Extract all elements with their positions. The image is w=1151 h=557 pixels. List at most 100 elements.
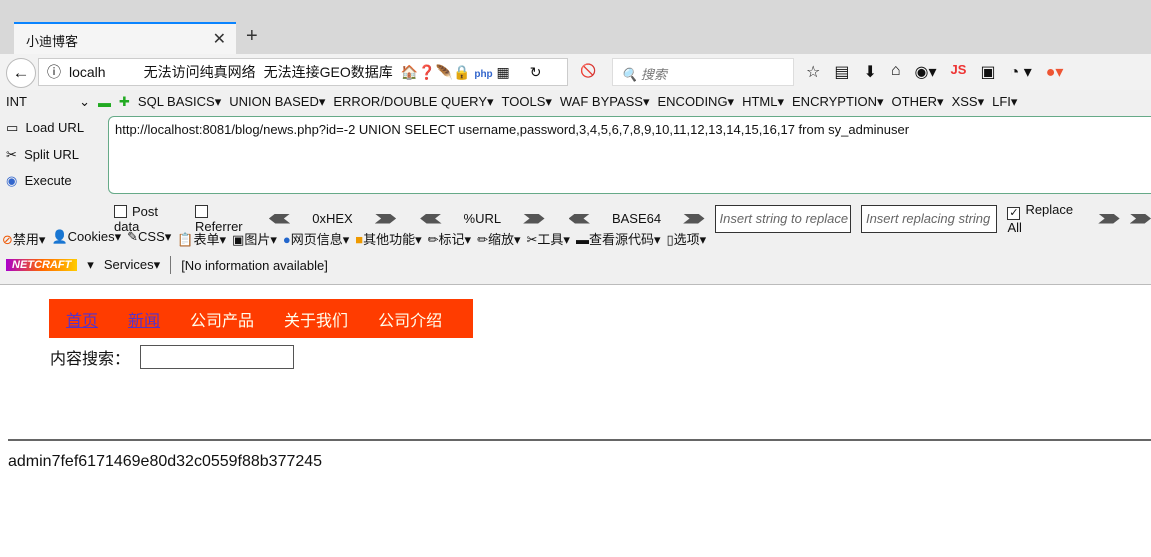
menu-xss[interactable]: XSS▾ — [952, 94, 985, 110]
base64-label: BASE64 — [611, 211, 662, 226]
menu-waf-bypass[interactable]: WAF BYPASS▾ — [560, 94, 650, 110]
wd-disable[interactable]: ⊘禁用▾ — [2, 229, 45, 248]
info-icon[interactable]: ⓘ — [47, 62, 61, 82]
type-select[interactable]: INT ⌄ — [6, 94, 90, 110]
close-icon[interactable]: ✕ — [213, 29, 226, 49]
wd-info[interactable]: ●网页信息▾ — [283, 229, 349, 248]
menu-other[interactable]: OTHER▾ — [892, 94, 944, 110]
insert-string-input[interactable]: Insert string to replace — [714, 204, 851, 233]
url-encode-label: %URL — [463, 211, 502, 226]
wd-source[interactable]: ▬查看源代码▾ — [576, 229, 661, 248]
execute-button[interactable]: ◉ Execute — [6, 173, 72, 189]
nav-news[interactable]: 新闻 — [128, 307, 160, 331]
menu-error-double-query[interactable]: ERROR/DOUBLE QUERY▾ — [333, 94, 493, 110]
replacing-string-input[interactable]: Insert replacing string — [860, 204, 998, 233]
wd-css-label: CSS▾ — [138, 229, 172, 244]
url-textarea[interactable]: http://localhost:8081/blog/news.php?id=-… — [108, 116, 1151, 194]
nav-home[interactable]: 首页 — [66, 307, 98, 331]
wd-resize[interactable]: ✏缩放▾ — [477, 229, 520, 248]
url-decode-arrow-icon[interactable] — [420, 213, 442, 224]
wd-misc[interactable]: ■其他功能▾ — [355, 229, 421, 248]
reload-icon[interactable]: ↻ — [530, 64, 542, 81]
geo-warning-text: 无法连接GEO数据库 — [263, 64, 393, 80]
load-url-button[interactable]: ▭ Load URL — [6, 120, 84, 136]
wd-tools-label: 工具▾ — [537, 232, 570, 247]
js-icon[interactable]: JS — [951, 62, 967, 82]
url-text: localh — [69, 64, 106, 80]
warning-text: 无法访问纯真网络 — [143, 64, 256, 80]
wd-resize-label: 缩放▾ — [487, 232, 521, 247]
wd-cookies[interactable]: 👤Cookies▾ — [51, 229, 121, 248]
addon-icons[interactable]: 🏠❓🪶🔒 php ▦ — [401, 64, 510, 81]
cookie-icon[interactable]: ◔ ▾ — [1010, 62, 1032, 82]
hackbar: INT ⌄ ▬ ✚ SQL BASICS▾ UNION BASED▾ ERROR/… — [0, 90, 1151, 285]
netcraft-dropdown-icon[interactable]: ▾ — [87, 257, 94, 273]
menu-union-based[interactable]: UNION BASED▾ — [229, 94, 325, 110]
divider — [8, 439, 1151, 441]
menu-html[interactable]: HTML▾ — [742, 94, 784, 110]
replace-all-checkbox[interactable]: ✓ Replace All — [1007, 202, 1088, 235]
replace-arrow-icon[interactable] — [1098, 213, 1120, 224]
load-url-label: Load URL — [25, 120, 85, 135]
search-label: 内容搜索： — [50, 351, 131, 368]
split-url-label: Split URL — [24, 147, 80, 162]
tab-active[interactable]: 小迪博客 ✕ — [14, 22, 236, 54]
wd-tools[interactable]: ✂工具▾ — [527, 229, 570, 248]
hex-label: 0xHEX — [312, 211, 353, 226]
wd-info-label: 网页信息▾ — [290, 232, 350, 247]
wd-options[interactable]: ▯选项▾ — [666, 229, 706, 248]
base64-decode-arrow-icon[interactable] — [568, 213, 590, 224]
wd-images-label: 图片▾ — [244, 232, 277, 247]
nav-about[interactable]: 关于我们 — [284, 307, 348, 331]
wd-misc-label: 其他功能▾ — [363, 232, 422, 247]
netcraft-toolbar: NETCRAFT ▾ Services▾ [No information ava… — [6, 256, 328, 274]
netcraft-logo[interactable]: NETCRAFT — [6, 259, 78, 271]
hex-encode-arrow-icon[interactable] — [374, 213, 397, 224]
minus-icon[interactable]: ▬ — [98, 95, 111, 110]
block-icon[interactable]: 🚫 — [580, 63, 596, 79]
wd-forms-label: 表单▾ — [193, 232, 227, 247]
wd-outline[interactable]: ✏标记▾ — [428, 229, 471, 248]
url-encode-arrow-icon[interactable] — [523, 213, 545, 224]
bookmark-star-icon[interactable]: ☆ — [806, 62, 820, 82]
wd-disable-label: 禁用▾ — [12, 232, 46, 247]
url-bar[interactable]: ⓘ localh 无法访问纯真网络 无法连接GEO数据库 🏠❓🪶🔒 php ▦ … — [38, 58, 568, 86]
menu-encryption[interactable]: ENCRYPTION▾ — [792, 94, 884, 110]
menu-tools[interactable]: TOOLS▾ — [502, 94, 552, 110]
search-input[interactable]: 🔍 搜索 — [612, 58, 794, 86]
base64-encode-arrow-icon[interactable] — [683, 213, 705, 224]
tab-title: 小迪博客 — [26, 34, 79, 49]
nav-company[interactable]: 公司介绍 — [378, 307, 442, 331]
new-tab-icon[interactable]: + — [246, 25, 258, 48]
netcraft-info: [No information available] — [181, 257, 328, 273]
home-icon[interactable]: ⌂ — [891, 62, 901, 82]
execute-label: Execute — [24, 173, 72, 188]
content-search-input[interactable] — [140, 345, 295, 369]
globe-icon[interactable]: ◉▾ — [915, 62, 937, 82]
wd-images[interactable]: ▣图片▾ — [232, 229, 277, 248]
wd-options-label: 选项▾ — [673, 232, 707, 247]
reading-list-icon[interactable]: ▤ — [834, 62, 849, 82]
wd-css[interactable]: ✎CSS▾ — [127, 229, 171, 248]
wd-outline-label: 标记▾ — [438, 232, 472, 247]
nav-products[interactable]: 公司产品 — [190, 307, 254, 331]
menu-encoding[interactable]: ENCODING▾ — [658, 94, 735, 110]
navigation-bar: ← ⓘ localh 无法访问纯真网络 无法连接GEO数据库 🏠❓🪶🔒 php … — [0, 54, 1151, 90]
wd-forms[interactable]: 📋表单▾ — [177, 229, 226, 248]
services-menu[interactable]: Services▾ — [104, 257, 160, 273]
wd-source-label: 查看源代码▾ — [588, 232, 661, 247]
plus-icon[interactable]: ✚ — [119, 94, 130, 110]
replace-arrow-icon-2[interactable] — [1129, 213, 1151, 224]
image-icon[interactable]: ▣ — [980, 62, 995, 82]
site-nav: 首页 新闻 公司产品 关于我们 公司介绍 — [49, 299, 473, 338]
type-value: INT — [6, 94, 27, 109]
back-icon[interactable]: ← — [6, 58, 36, 88]
divider — [170, 256, 172, 274]
profile-icon[interactable]: ●▾ — [1046, 62, 1064, 82]
split-url-button[interactable]: ✂ Split URL — [6, 147, 79, 163]
menu-lfi[interactable]: LFI▾ — [992, 94, 1017, 110]
download-icon[interactable]: ⬇ — [863, 62, 876, 82]
wd-cookies-label: Cookies▾ — [67, 229, 122, 244]
hex-decode-arrow-icon[interactable] — [268, 213, 291, 224]
menu-sql-basics[interactable]: SQL BASICS▾ — [138, 94, 221, 110]
